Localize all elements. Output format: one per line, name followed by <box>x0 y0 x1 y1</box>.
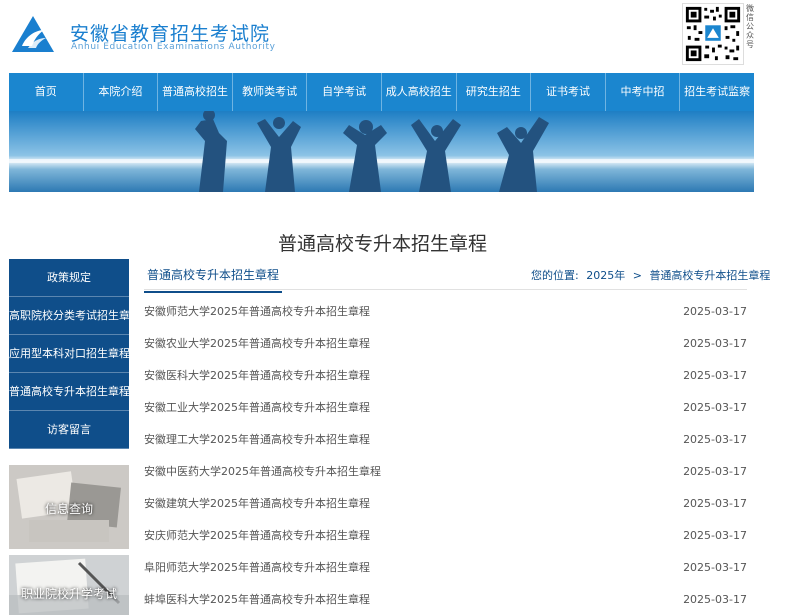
list-item-title[interactable]: 安徽中医药大学2025年普通高校专升本招生章程 <box>144 463 381 479</box>
list-item[interactable]: 阜阳师范大学2025年普通高校专升本招生章程 2025-03-17 <box>144 551 747 583</box>
breadcrumb-link-year[interactable]: 2025年 <box>586 269 625 282</box>
list-item[interactable]: 安徽理工大学2025年普通高校专升本招生章程 2025-03-17 <box>144 423 747 455</box>
list-item-date: 2025-03-17 <box>683 496 747 510</box>
nav-item-graduate-admission[interactable]: 研究生招生 <box>457 73 532 111</box>
list-item[interactable]: 安徽师范大学2025年普通高校专升本招生章程 2025-03-17 <box>144 295 747 327</box>
breadcrumb: 您的位置: 2025年 > 普通高校专升本招生章程 <box>531 267 774 283</box>
sidebar-item-upgrade-admission[interactable]: 普通高校专升本招生章程 <box>9 373 129 411</box>
breadcrumb-link-current[interactable]: 普通高校专升本招生章程 <box>649 269 770 282</box>
nav-item-self-study-exam[interactable]: 自学考试 <box>307 73 382 111</box>
nav-item-high-school-entrance[interactable]: 中考中招 <box>606 73 681 111</box>
nav-item-home[interactable]: 首页 <box>9 73 84 111</box>
sidebar-item-guestbook[interactable]: 访客留言 <box>9 411 129 449</box>
list-item-title[interactable]: 安徽师范大学2025年普通高校专升本招生章程 <box>144 303 370 319</box>
qr-label: 微信公众号 <box>746 4 754 49</box>
breadcrumb-separator: > <box>632 269 642 282</box>
list-item-date: 2025-03-17 <box>683 304 747 318</box>
list-item-date: 2025-03-17 <box>683 528 747 542</box>
list-item-title[interactable]: 阜阳师范大学2025年普通高校专升本招生章程 <box>144 559 370 575</box>
list-item-date: 2025-03-17 <box>683 592 747 606</box>
list-item-date: 2025-03-17 <box>683 432 747 446</box>
list-item-title[interactable]: 安徽医科大学2025年普通高校专升本招生章程 <box>144 367 370 383</box>
vocational-exam-label: 职业院校升学考试 <box>20 587 117 601</box>
list-item-title[interactable]: 安徽建筑大学2025年普通高校专升本招生章程 <box>144 495 370 511</box>
tab-divider <box>144 289 747 290</box>
list-item-title[interactable]: 安庆师范大学2025年普通高校专升本招生章程 <box>144 527 370 543</box>
page-title: 普通高校专升本招生章程 <box>277 233 487 255</box>
list-item[interactable]: 安庆师范大学2025年普通高校专升本招生章程 2025-03-17 <box>144 519 747 551</box>
list-item[interactable]: 安徽建筑大学2025年普通高校专升本招生章程 2025-03-17 <box>144 487 747 519</box>
sidebar-item-applied-undergrad[interactable]: 应用型本科对口招生章程 <box>9 335 129 373</box>
list-item[interactable]: 安徽工业大学2025年普通高校专升本招生章程 2025-03-17 <box>144 391 747 423</box>
list-item-title[interactable]: 安徽农业大学2025年普通高校专升本招生章程 <box>144 335 370 351</box>
banner-image <box>9 111 754 192</box>
list-item-date: 2025-03-17 <box>683 464 747 478</box>
nav-item-adult-admission[interactable]: 成人高校招生 <box>382 73 457 111</box>
article-list: 安徽师范大学2025年普通高校专升本招生章程 2025-03-17 安徽农业大学2… <box>144 295 747 615</box>
main-nav: 首页 本院介绍 普通高校招生 教师类考试 自学考试 成人高校招生 研究生招生 证… <box>9 73 754 111</box>
info-query-card[interactable]: 信息查询 <box>9 465 129 549</box>
list-item-date: 2025-03-17 <box>683 336 747 350</box>
list-item[interactable]: 安徽中医药大学2025年普通高校专升本招生章程 2025-03-17 <box>144 455 747 487</box>
nav-item-certificate-exam[interactable]: 证书考试 <box>531 73 606 111</box>
logo-icon[interactable] <box>10 14 56 54</box>
breadcrumb-prefix: 您的位置: <box>531 269 579 282</box>
list-item-date: 2025-03-17 <box>683 400 747 414</box>
site-header: 安徽省教育招生考试院 Anhui Education Examinations … <box>0 0 800 72</box>
list-item-date: 2025-03-17 <box>683 368 747 382</box>
list-item-date: 2025-03-17 <box>683 560 747 574</box>
vocational-exam-card[interactable]: 职业院校升学考试 <box>9 555 129 615</box>
list-item[interactable]: 蚌埠医科大学2025年普通高校专升本招生章程 2025-03-17 <box>144 583 747 615</box>
list-item-title[interactable]: 安徽工业大学2025年普通高校专升本招生章程 <box>144 399 370 415</box>
list-item[interactable]: 安徽医科大学2025年普通高校专升本招生章程 2025-03-17 <box>144 359 747 391</box>
sidebar-item-policy[interactable]: 政策规定 <box>9 259 129 297</box>
sidebar-item-vocational-admission[interactable]: 高职院校分类考试招生章程 <box>9 297 129 335</box>
list-item-title[interactable]: 蚌埠医科大学2025年普通高校专升本招生章程 <box>144 591 370 607</box>
site-subtitle: Anhui Education Examinations Authority <box>71 42 276 52</box>
sidebar: 政策规定 高职院校分类考试招生章程 应用型本科对口招生章程 普通高校专升本招生章… <box>9 259 129 449</box>
info-query-label: 信息查询 <box>44 502 93 516</box>
nav-item-teacher-exam[interactable]: 教师类考试 <box>233 73 308 111</box>
nav-item-exam-supervision[interactable]: 招生考试监察 <box>680 73 754 111</box>
list-item[interactable]: 安徽农业大学2025年普通高校专升本招生章程 2025-03-17 <box>144 327 747 359</box>
nav-item-college-admission[interactable]: 普通高校招生 <box>158 73 233 111</box>
nav-item-about[interactable]: 本院介绍 <box>84 73 159 111</box>
qr-code-icon <box>682 3 744 65</box>
list-item-title[interactable]: 安徽理工大学2025年普通高校专升本招生章程 <box>144 431 370 447</box>
